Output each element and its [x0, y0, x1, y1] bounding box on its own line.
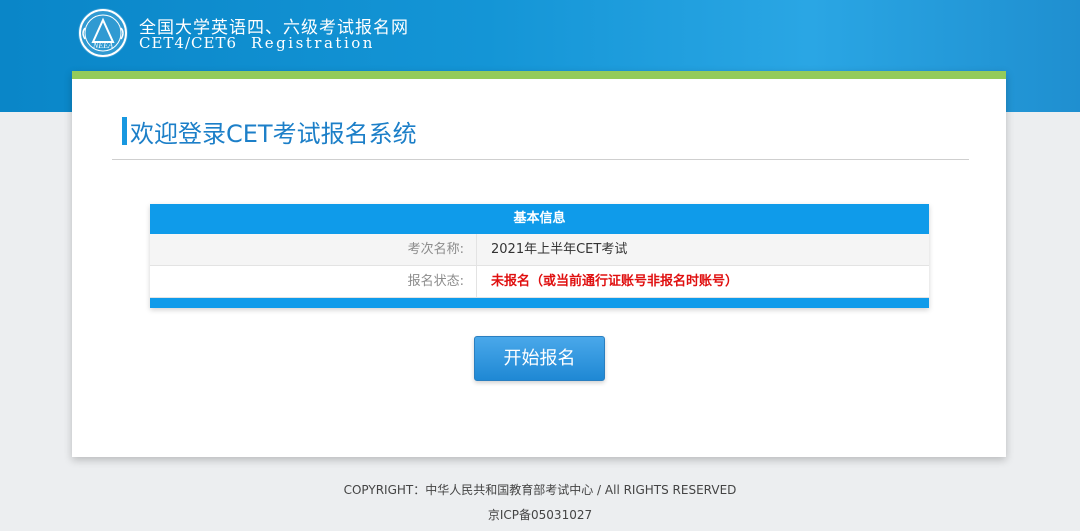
table-footer-bar: [150, 298, 929, 308]
main-panel: 欢迎登录CET考试报名系统 基本信息 考次名称: 2021年上半年CET考试 报…: [72, 71, 1006, 457]
footer-icp: 京ICP备05031027: [487, 508, 593, 522]
registration-status-value: 未报名（或当前通行证账号非报名时账号）: [491, 274, 739, 289]
title-accent-bar: [122, 117, 127, 145]
basic-info-heading: 基本信息: [150, 204, 929, 234]
start-registration-button[interactable]: 开始报名: [474, 336, 605, 381]
footer-copyright: COPYRIGHT：中华人民共和国教育部考试中心 / All RIGHTS RE…: [343, 483, 737, 497]
table-row-exam-session: 考次名称: 2021年上半年CET考试: [150, 234, 929, 266]
site-title-en-registration: Registration: [251, 34, 375, 52]
exam-session-value: 2021年上半年CET考试: [491, 242, 628, 257]
title-divider: [112, 159, 969, 160]
site-title-en-exam: CET4/CET6: [139, 34, 238, 52]
registration-status-label: 报名状态:: [150, 266, 477, 297]
exam-session-label: 考次名称:: [150, 234, 477, 265]
site-title-en: CET4/CET6 Registration: [139, 34, 375, 52]
table-row-registration-status: 报名状态: 未报名（或当前通行证账号非报名时账号）: [150, 266, 929, 298]
basic-info-table: 基本信息 考次名称: 2021年上半年CET考试 报名状态: 未报名（或当前通行…: [150, 204, 929, 308]
page-title: 欢迎登录CET考试报名系统: [130, 120, 417, 148]
neea-logo-icon: NEEA: [78, 8, 128, 58]
logo-text: NEEA: [92, 41, 113, 50]
